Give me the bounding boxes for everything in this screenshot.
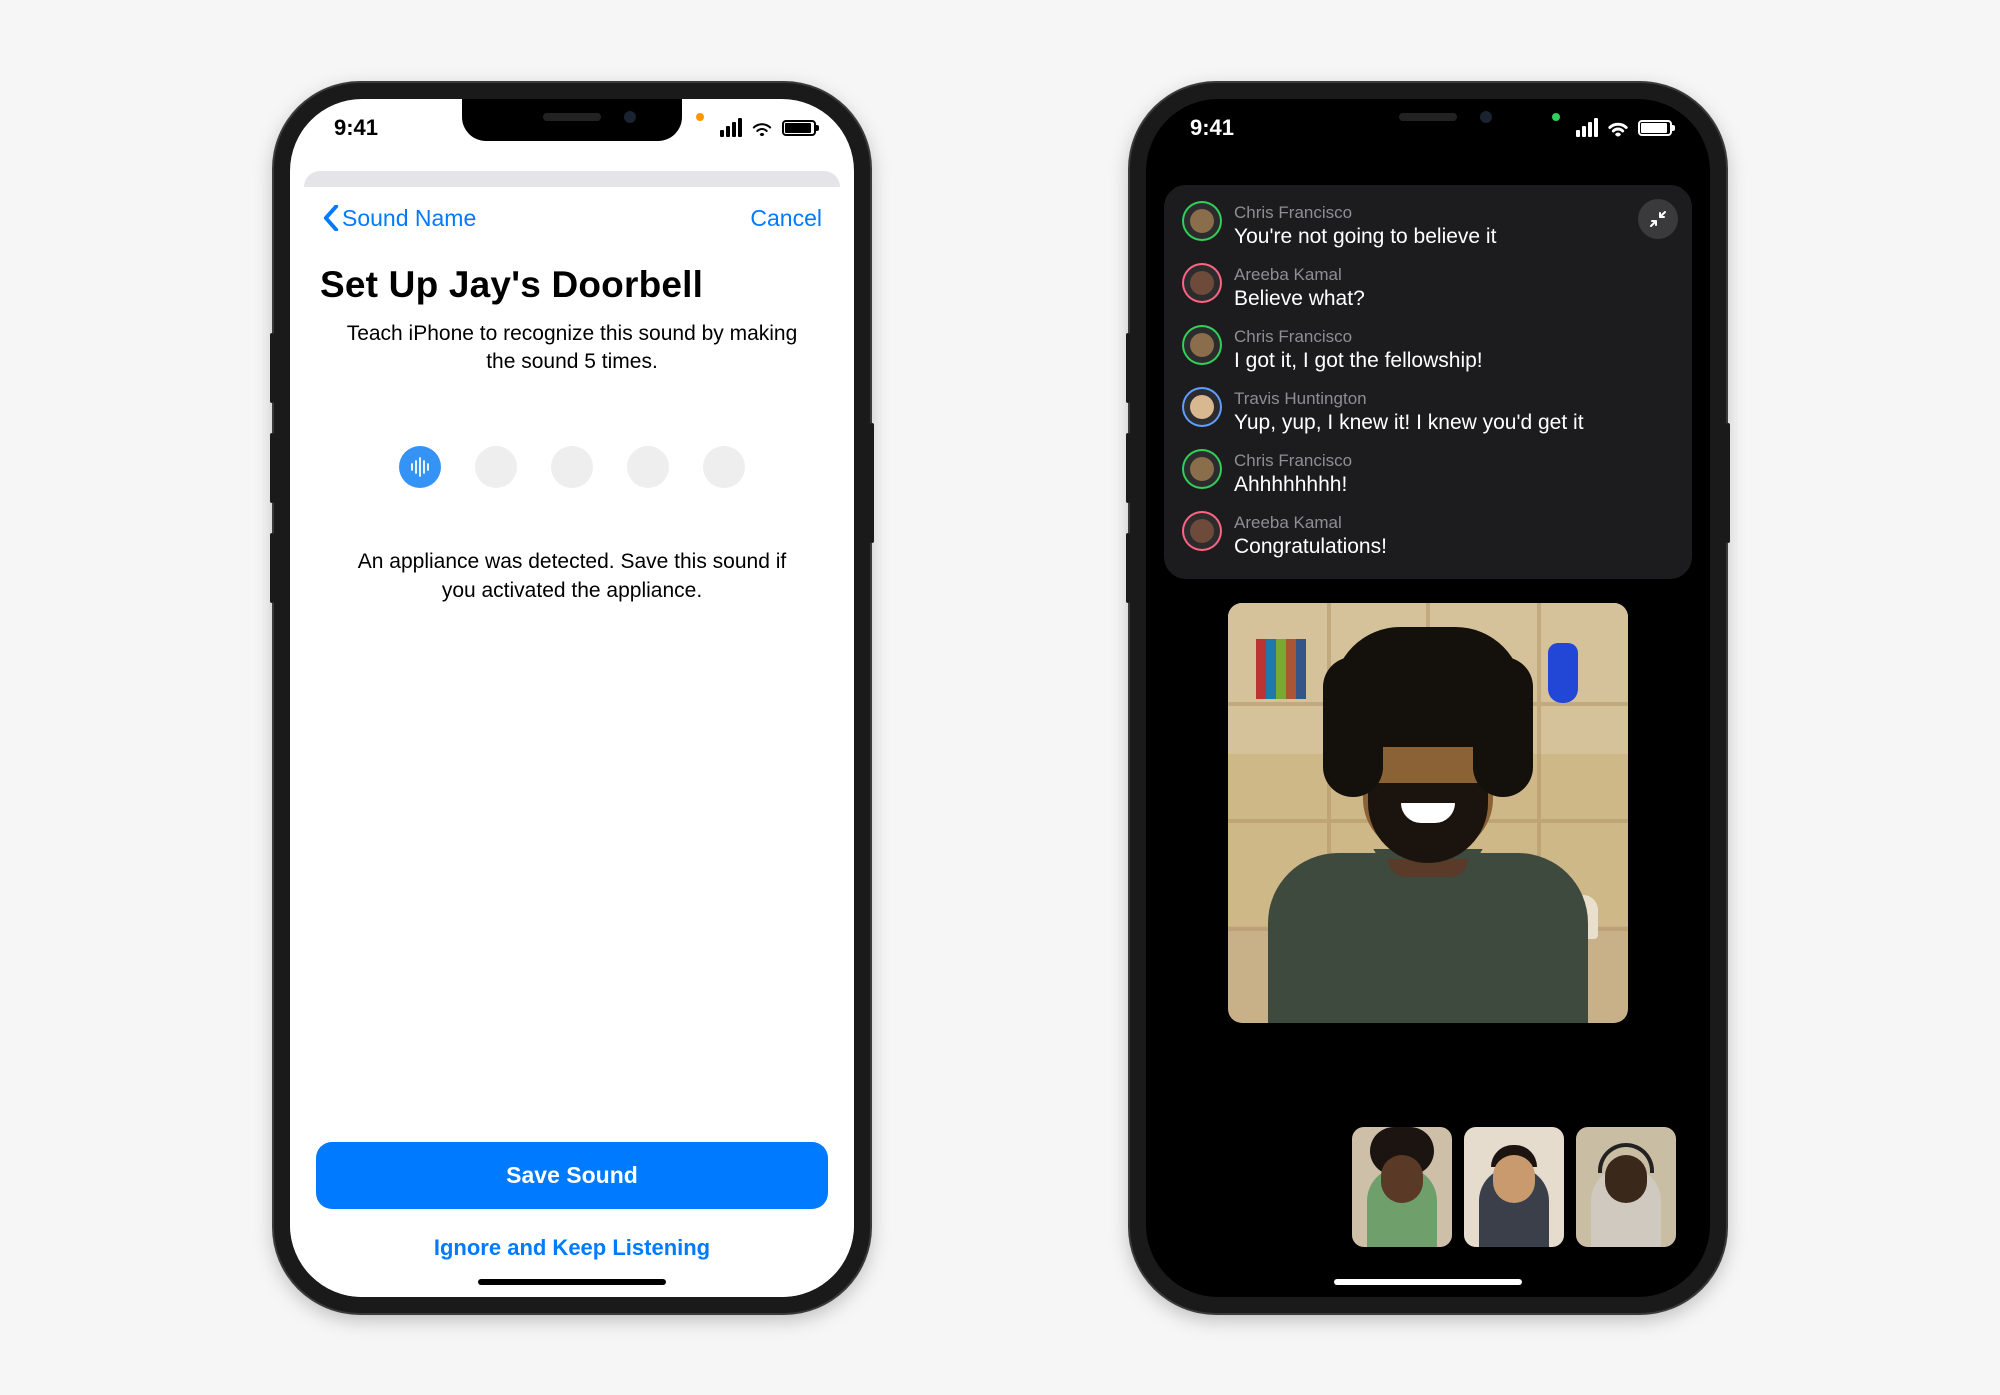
caption-row: Areeba Kamal Congratulations! — [1184, 513, 1672, 559]
participant-thumbnails — [1352, 1127, 1676, 1247]
home-indicator[interactable] — [1334, 1279, 1522, 1285]
caption-row: Travis Huntington Yup, yup, I knew it! I… — [1184, 389, 1672, 435]
avatar — [1184, 513, 1220, 549]
participant-thumb[interactable] — [1352, 1127, 1452, 1247]
caption-row: Chris Francisco Ahhhhhhhh! — [1184, 451, 1672, 497]
battery-icon — [782, 120, 816, 136]
avatar — [1184, 451, 1220, 487]
recording-progress — [316, 446, 828, 488]
iphone-device-left: 9:41 Sound Name Cancel Set Up Jay's Door… — [274, 83, 870, 1313]
caption-text: I got it, I got the fellowship! — [1234, 349, 1483, 373]
status-time: 9:41 — [1190, 115, 1234, 141]
caption-text: You're not going to believe it — [1234, 225, 1496, 249]
page-title: Set Up Jay's Doorbell — [320, 264, 824, 306]
progress-dot-3 — [551, 446, 593, 488]
progress-dot-2 — [475, 446, 517, 488]
caption-text: Congratulations! — [1234, 535, 1387, 559]
caption-text: Ahhhhhhhh! — [1234, 473, 1352, 497]
notch — [462, 99, 682, 141]
back-button[interactable]: Sound Name — [322, 205, 476, 232]
cancel-button[interactable]: Cancel — [750, 205, 822, 232]
caption-speaker: Travis Huntington — [1234, 389, 1584, 409]
participant-thumb[interactable] — [1576, 1127, 1676, 1247]
screen: 9:41 Sound Name Cancel Set Up Jay's Door… — [290, 99, 854, 1297]
facetime-main-tile[interactable] — [1228, 603, 1628, 1023]
avatar — [1184, 203, 1220, 239]
detection-message: An appliance was detected. Save this sou… — [316, 548, 828, 605]
iphone-device-right: 9:41 Chris Francisco You're not going to… — [1130, 83, 1726, 1313]
home-indicator[interactable] — [478, 1279, 666, 1285]
minimize-icon — [1649, 210, 1667, 228]
mic-indicator-dot — [696, 113, 704, 121]
avatar — [1184, 389, 1220, 425]
avatar — [1184, 265, 1220, 301]
waveform-icon — [409, 456, 431, 478]
status-time: 9:41 — [334, 115, 378, 141]
cellular-icon — [1576, 118, 1598, 137]
back-label: Sound Name — [342, 205, 476, 232]
caption-text: Yup, yup, I knew it! I knew you'd get it — [1234, 411, 1584, 435]
chevron-left-icon — [322, 205, 340, 231]
caption-row: Areeba Kamal Believe what? — [1184, 265, 1672, 311]
caption-speaker: Chris Francisco — [1234, 327, 1483, 347]
nav-bar: Sound Name Cancel — [316, 187, 828, 236]
setup-sheet: Sound Name Cancel Set Up Jay's Doorbell … — [290, 187, 854, 1297]
wifi-icon — [750, 119, 774, 137]
caption-speaker: Areeba Kamal — [1234, 265, 1365, 285]
caption-text: Believe what? — [1234, 287, 1365, 311]
notch — [1318, 99, 1538, 141]
avatar — [1184, 327, 1220, 363]
caption-speaker: Chris Francisco — [1234, 203, 1496, 223]
screen: 9:41 Chris Francisco You're not going to… — [1146, 99, 1710, 1297]
caption-speaker: Areeba Kamal — [1234, 513, 1387, 533]
caption-speaker: Chris Francisco — [1234, 451, 1352, 471]
facetime-view: Chris Francisco You're not going to beli… — [1146, 157, 1710, 1297]
caption-row: Chris Francisco You're not going to beli… — [1184, 203, 1672, 249]
save-sound-button[interactable]: Save Sound — [316, 1142, 828, 1209]
participant-video — [1268, 693, 1588, 1023]
cellular-icon — [720, 118, 742, 137]
progress-dot-1 — [399, 446, 441, 488]
progress-dot-4 — [627, 446, 669, 488]
camera-indicator-dot — [1552, 113, 1560, 121]
subtitle: Teach iPhone to recognize this sound by … — [316, 320, 828, 377]
caption-row: Chris Francisco I got it, I got the fell… — [1184, 327, 1672, 373]
wifi-icon — [1606, 119, 1630, 137]
progress-dot-5 — [703, 446, 745, 488]
ignore-button[interactable]: Ignore and Keep Listening — [316, 1219, 828, 1277]
minimize-button[interactable] — [1638, 199, 1678, 239]
battery-icon — [1638, 120, 1672, 136]
live-captions-panel[interactable]: Chris Francisco You're not going to beli… — [1164, 185, 1692, 579]
participant-thumb[interactable] — [1464, 1127, 1564, 1247]
